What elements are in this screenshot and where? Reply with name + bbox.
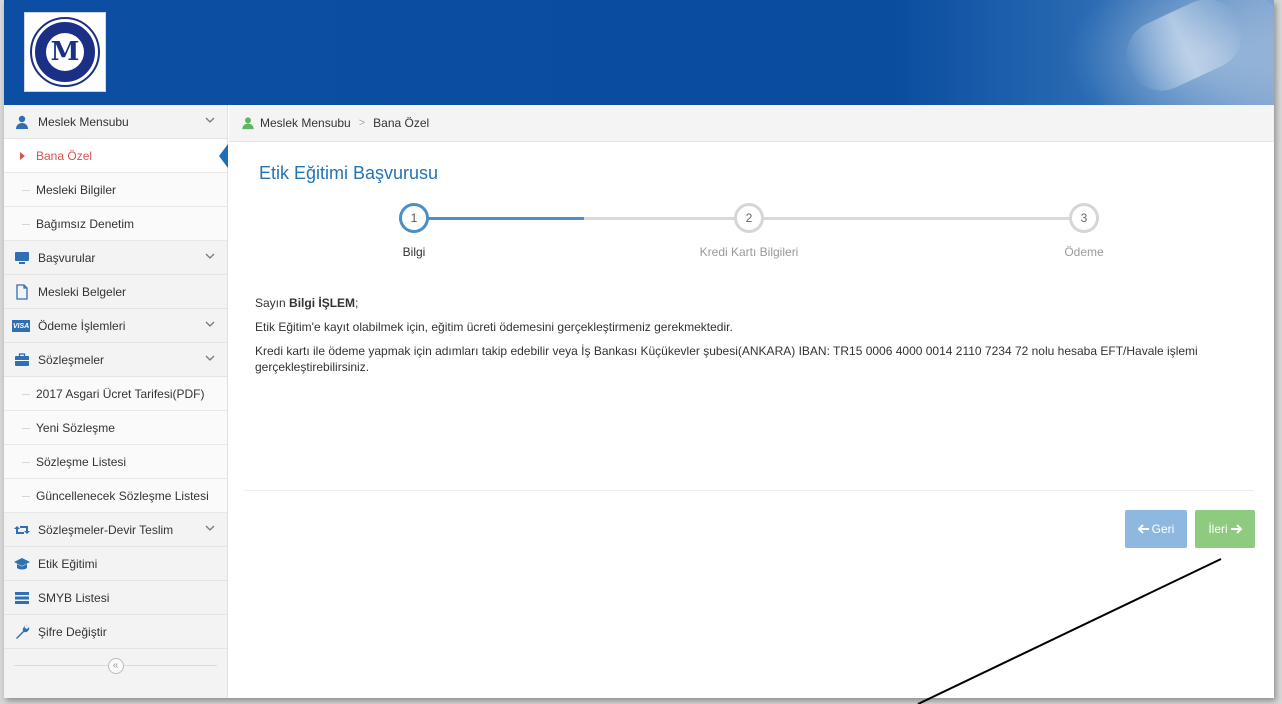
sidebar-item-label: Sözleşmeler-Devir Teslim [38,522,174,537]
sidebar-collapse: « [4,649,227,683]
wizard-steps: 1 2 3 Bilgi Kredi Kartı Bilgileri Ödeme [379,200,1119,260]
sidebar-item-sifre-degistir[interactable]: Şifre Değiştir [4,615,227,649]
info-text: Sayın Bilgi İŞLEM; Etik Eğitim'e kayıt o… [255,295,1215,383]
sidebar-item-label: 2017 Asgari Ücret Tarifesi(PDF) [36,386,205,401]
user-name: Bilgi İŞLEM [289,296,356,310]
collapse-sidebar-button[interactable]: « [107,658,124,674]
sidebar-item-label: Mesleki Bilgiler [36,182,117,197]
visa-card-icon: VISA [12,320,30,332]
step-3-label: Ödeme [1064,245,1104,259]
breadcrumb: Meslek Mensubu > Bana Özel [229,105,1274,142]
step-2-circle[interactable]: 2 [734,203,764,233]
sidebar-item-label: Sözleşmeler [38,352,105,367]
caret-right-icon [20,152,25,160]
wrench-icon [16,625,30,639]
greeting: Sayın Bilgi İŞLEM; [255,296,359,310]
arrow-left-icon [1137,524,1149,534]
sidebar-item-label: Sözleşme Listesi [36,454,127,469]
info-paragraph-2: Kredi kartı ile ödeme yapmak için adımla… [255,344,1198,374]
sidebar-item-label: Güncellenecek Sözleşme Listesi [36,488,209,503]
sidebar-item-yeni-sozlesme[interactable]: Yeni Sözleşme [4,411,227,445]
next-button-label: İleri [1208,522,1228,536]
sidebar-item-mesleki-bilgiler[interactable]: Mesleki Bilgiler [4,173,227,207]
sidebar-item-asgari-ucret[interactable]: 2017 Asgari Ücret Tarifesi(PDF) [4,377,227,411]
sidebar-item-label: Şifre Değiştir [38,624,107,639]
sidebar-item-label: SMYB Listesi [38,590,110,605]
monitor-icon [15,252,29,264]
page-title: Etik Eğitimi Başvurusu [259,163,439,183]
breadcrumb-current: Bana Özel [373,116,430,130]
organization-logo[interactable]: M [24,12,106,92]
back-button-label: Geri [1151,522,1175,536]
sidebar-item-label: Ödeme İşlemleri [38,318,126,333]
step-1-label: Bilgi [402,245,426,259]
sidebar-item-basvurular[interactable]: Başvurular [4,241,227,275]
sidebar-item-odeme-islemleri[interactable]: VISA Ödeme İşlemleri [4,309,227,343]
chevron-down-icon [205,253,215,259]
chevron-down-icon [205,355,215,361]
breadcrumb-root[interactable]: Meslek Mensubu [260,116,351,130]
top-header: M [4,0,1274,105]
divider [244,490,1254,491]
sidebar-item-meslek-mensubu[interactable]: Meslek Mensubu [4,105,227,139]
sidebar-item-label: Mesleki Belgeler [38,284,127,299]
sidebar-item-bana-ozel[interactable]: Bana Özel [4,139,228,173]
main-content: Meslek Mensubu > Bana Özel Etik Eğitimi … [229,105,1274,698]
chevron-down-icon [205,321,215,327]
sidebar-item-devir-teslim[interactable]: Sözleşmeler-Devir Teslim [4,513,227,547]
back-button[interactable]: Geri [1125,510,1187,548]
sidebar-item-guncellenecek[interactable]: Güncellenecek Sözleşme Listesi [4,479,227,513]
sidebar: Meslek Mensubu Bana Özel Mesleki Bilgile… [4,105,228,698]
active-indicator [219,144,228,168]
sidebar-item-mesleki-belgeler[interactable]: Mesleki Belgeler [4,275,227,309]
list-icon [15,592,29,604]
sidebar-item-sozlesme-listesi[interactable]: Sözleşme Listesi [4,445,227,479]
sidebar-item-label: Bana Özel [36,148,93,163]
user-icon [16,115,28,129]
sidebar-item-sozlesmeler[interactable]: Sözleşmeler [4,343,227,377]
briefcase-icon [15,353,29,366]
chevron-down-icon [205,117,215,123]
arrow-right-icon [1230,524,1242,534]
next-button[interactable]: İleri [1195,510,1255,548]
info-paragraph-1: Etik Eğitim'e kayıt olabilmek için, eğit… [255,320,733,334]
sidebar-item-label: Meslek Mensubu [38,114,129,129]
sidebar-item-label: Etik Eğitimi [38,556,98,571]
sidebar-item-label: Yeni Sözleşme [36,420,115,435]
user-icon [242,117,254,130]
sidebar-item-label: Bağımsız Denetim [36,216,135,231]
sidebar-item-smyb-listesi[interactable]: SMYB Listesi [4,581,227,615]
sidebar-item-bagimsiz-denetim[interactable]: Bağımsız Denetim [4,207,227,241]
step-3-circle[interactable]: 3 [1069,203,1099,233]
sidebar-item-label: Başvurular [38,250,96,265]
step-2-label: Kredi Kartı Bilgileri [699,245,799,259]
graduation-cap-icon [14,558,30,570]
app-window: M Meslek Mensubu Bana Özel Mesleki Bilgi… [4,0,1274,698]
retweet-icon [14,526,30,534]
step-1-circle[interactable]: 1 [399,203,429,233]
sidebar-item-etik-egitimi[interactable]: Etik Eğitimi [4,547,227,581]
chevron-down-icon [205,525,215,531]
document-icon [16,284,28,300]
breadcrumb-separator: > [358,117,366,129]
